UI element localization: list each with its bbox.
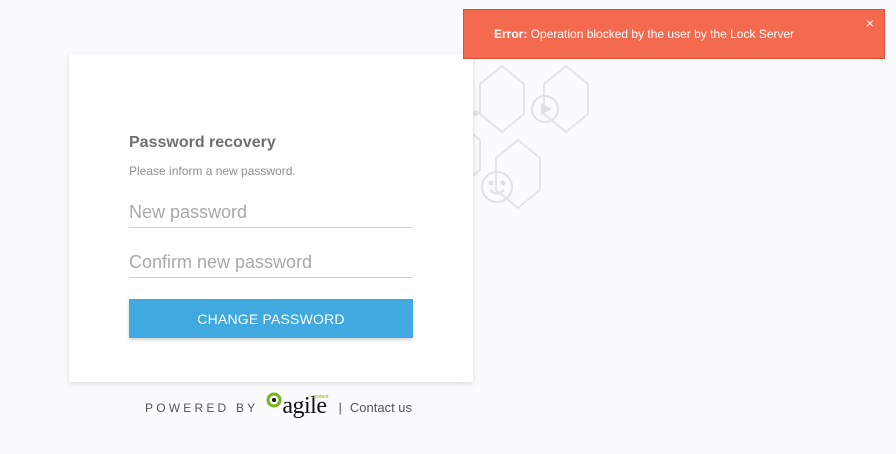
- footer: POWERED BY agile content | Contact us: [145, 392, 412, 418]
- contact-us-link[interactable]: Contact us: [350, 400, 412, 418]
- toast-message: Error: Operation blocked by the user by …: [494, 27, 794, 41]
- agile-logo[interactable]: agile content: [266, 392, 329, 418]
- agile-logo-icon: [266, 392, 282, 408]
- card-subtitle: Please inform a new password.: [129, 164, 296, 178]
- toast-error-text: Operation blocked by the user by the Loc…: [527, 27, 795, 41]
- close-icon[interactable]: ×: [866, 16, 874, 30]
- powered-by-label: POWERED BY: [145, 401, 259, 415]
- error-toast: Error: Operation blocked by the user by …: [463, 9, 885, 59]
- password-recovery-card: Password recovery Please inform a new pa…: [69, 54, 473, 382]
- change-password-button[interactable]: CHANGE PASSWORD: [129, 299, 413, 338]
- confirm-password-input[interactable]: [129, 252, 412, 278]
- footer-separator: |: [338, 400, 342, 415]
- hexagon-shape: [479, 64, 525, 134]
- card-title: Password recovery: [129, 134, 276, 151]
- dot-icon: [473, 110, 479, 116]
- hexagon-shape: [543, 64, 589, 134]
- new-password-input[interactable]: [129, 202, 412, 228]
- logo-small-text: content: [312, 394, 329, 400]
- toast-error-prefix: Error:: [494, 27, 528, 41]
